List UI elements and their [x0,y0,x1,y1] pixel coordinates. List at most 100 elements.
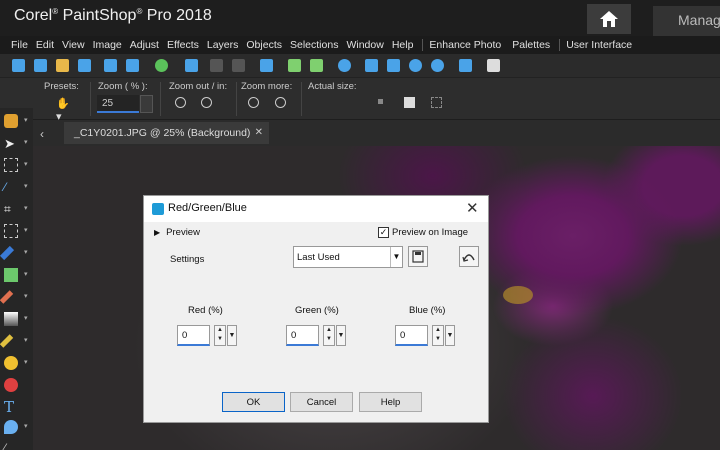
menu-selections[interactable]: Selections [290,39,338,51]
redo-icon[interactable] [310,59,323,72]
green-dropdown[interactable]: ▼ [336,325,346,346]
zoom-out-icon[interactable] [409,59,422,72]
eraser-icon[interactable] [0,334,14,348]
rotate-left-icon[interactable] [210,59,223,72]
menu-window[interactable]: Window [346,39,383,51]
menu-image[interactable]: Image [93,39,122,51]
red-label: Red (%) [188,305,223,316]
make-over-icon[interactable] [0,245,15,261]
crop-icon[interactable]: ⌗ [4,202,18,216]
new-file-icon[interactable] [12,59,25,72]
menu-enhance-photo[interactable]: Enhance Photo [429,39,501,51]
paste-icon[interactable] [487,59,500,72]
open-icon[interactable] [56,59,69,72]
zoom-stepper[interactable] [140,95,153,113]
menu-layers[interactable]: Layers [207,39,239,51]
cancel-button[interactable]: Cancel [290,392,353,412]
menu-separator [422,39,424,51]
red-eye-icon[interactable] [4,378,18,392]
options-separator [160,82,161,116]
brush-icon[interactable] [0,290,14,304]
zoom-out-icon[interactable] [175,97,186,108]
new-from-template-icon[interactable] [34,59,47,72]
fit-icon[interactable] [404,97,415,108]
fit-window-icon[interactable] [365,59,378,72]
close-icon[interactable]: ✕ [255,127,263,138]
options-separator [236,82,237,116]
green-label: Green (%) [295,305,339,316]
dialog-titlebar: Red/Green/Blue ✕ [144,196,488,222]
settings-select[interactable]: Last Used ▼ [293,246,403,268]
green-stepper[interactable]: ▲ ▼ [323,325,335,346]
zoom-input[interactable]: 25 [97,95,139,113]
menu-edit[interactable]: Edit [36,39,54,51]
actual-size-icon[interactable] [378,99,383,104]
straighten-icon[interactable] [4,224,18,238]
chevron-down-icon: ▼ [390,247,402,267]
reset-icon [462,254,475,262]
standard-toolbar [0,54,720,78]
blue-stepper[interactable]: ▲ ▼ [432,325,444,346]
ok-button[interactable]: OK [222,392,285,412]
zoom-in-icon[interactable] [201,97,212,108]
pan-preset-icon[interactable]: ✋▾ [56,97,70,123]
print-icon[interactable] [185,59,198,72]
red-dropdown[interactable]: ▼ [227,325,237,346]
green-input[interactable]: 0 [286,325,319,346]
clone-icon[interactable] [4,268,18,282]
menu-file[interactable]: File [11,39,28,51]
menu-adjust[interactable]: Adjust [130,39,159,51]
undo-icon[interactable] [288,59,301,72]
options-separator [301,82,302,116]
dialog-title: Red/Green/Blue [168,202,247,214]
document-tab-label: _C1Y0201.JPG @ 25% (Background) [74,127,251,139]
save-preset-button[interactable] [408,246,428,267]
info-icon[interactable] [338,59,351,72]
preview-toggle[interactable]: ▶ Preview [154,227,200,238]
shape-icon[interactable] [4,420,18,434]
blue-input[interactable]: 0 [395,325,428,346]
rotate-right-icon[interactable] [232,59,245,72]
text-tool-icon[interactable]: T [4,398,18,416]
zoom-label: Zoom ( % ): [98,81,148,92]
menu-objects[interactable]: Objects [246,39,282,51]
reset-defaults-button[interactable] [459,246,479,267]
zoom-more-in-icon[interactable] [275,97,286,108]
fit-image-icon[interactable] [387,59,400,72]
menu-effects[interactable]: Effects [167,39,199,51]
tab-scroll-left-icon[interactable]: ‹ [40,127,44,141]
full-screen-icon[interactable] [459,59,472,72]
red-stepper[interactable]: ▲ ▼ [214,325,226,346]
menu-user-interface[interactable]: User Interface [566,39,632,51]
share-icon[interactable] [155,59,168,72]
app-title: Corel® PaintShop® Pro 2018 [14,7,212,24]
blue-dropdown[interactable]: ▼ [445,325,455,346]
pick-tool-icon[interactable]: ➤ [4,136,18,151]
document-tab[interactable]: _C1Y0201.JPG @ 25% (Background) ✕ [64,122,269,144]
dropper-icon[interactable]: ⁄ [4,180,18,194]
save-icon[interactable] [104,59,117,72]
menu-palettes[interactable]: Palettes [512,39,550,51]
fill-window-icon[interactable] [431,97,442,108]
help-button[interactable]: Help [359,392,422,412]
home-button[interactable] [587,4,631,34]
home-icon [600,11,618,27]
scan-icon[interactable] [78,59,91,72]
zoom-more-out-icon[interactable] [248,97,259,108]
resize-icon[interactable] [260,59,273,72]
close-icon[interactable]: ✕ [466,199,479,217]
fill-icon[interactable] [4,356,18,370]
pan-tool-icon[interactable] [4,114,18,128]
menu-view[interactable]: View [62,39,85,51]
red-input[interactable]: 0 [177,325,210,346]
pen-tool-icon[interactable]: ⁄ [4,442,18,450]
blue-label: Blue (%) [409,305,446,316]
save-as-icon[interactable] [126,59,139,72]
menu-help[interactable]: Help [392,39,414,51]
preview-on-image-checkbox[interactable]: ✓ [378,227,389,238]
selection-tool-icon[interactable] [4,158,18,172]
manage-tab[interactable]: Manage [653,6,720,36]
gradient-icon[interactable] [4,312,18,326]
zoom-more-label: Zoom more: [241,81,293,92]
zoom-in-icon[interactable] [431,59,444,72]
